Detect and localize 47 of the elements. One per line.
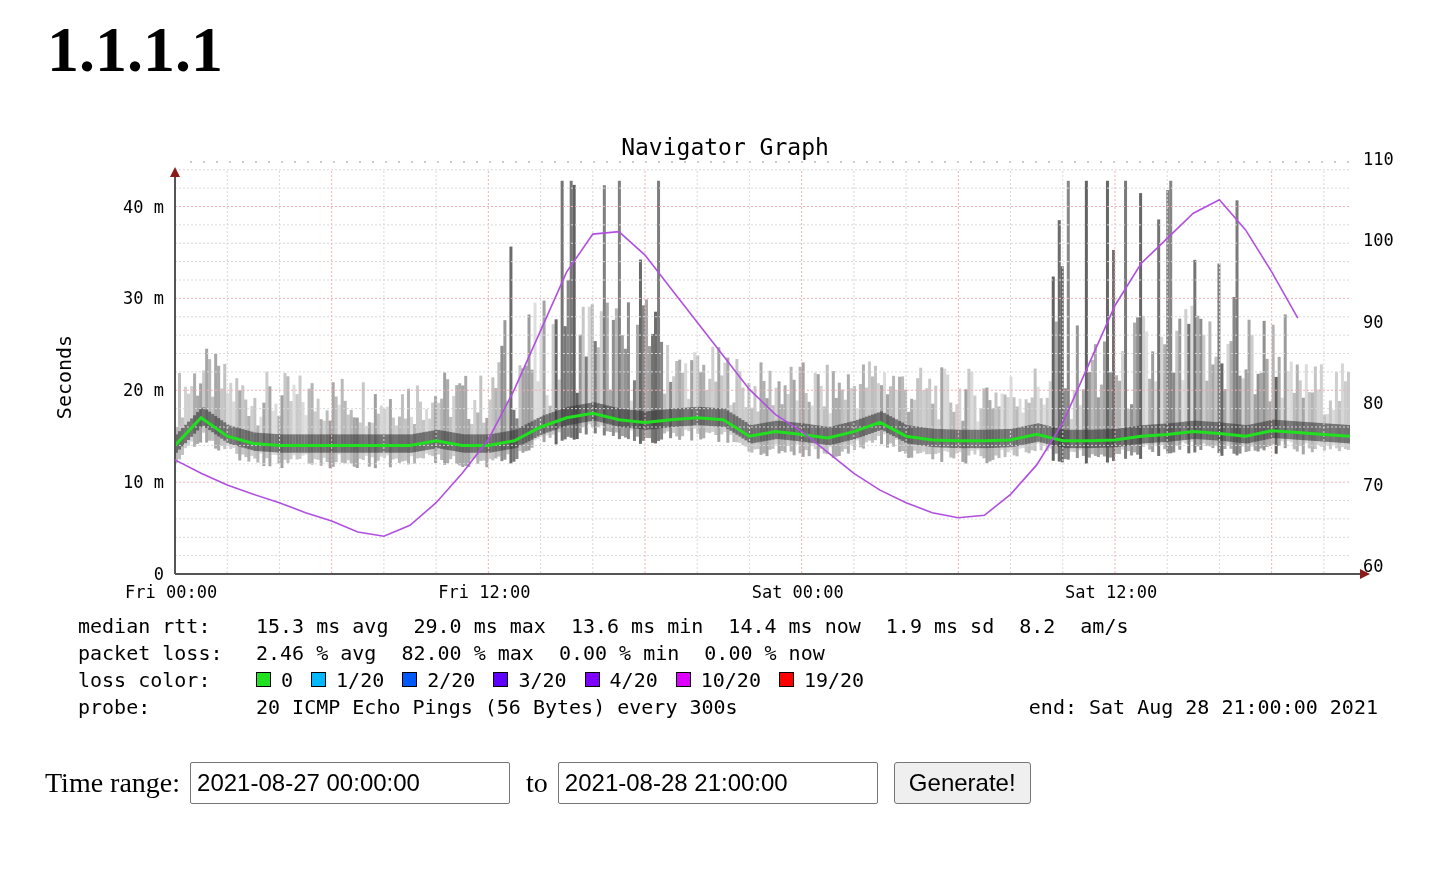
legend-label: 3/20 <box>518 667 567 692</box>
stat-value: 8.2 <box>1019 613 1056 638</box>
stat-value: 2.46 % avg <box>256 640 377 665</box>
legend-label: 0 <box>281 667 294 692</box>
legend-label: 4/20 <box>609 667 658 692</box>
y-tick-label: 40 m <box>123 196 164 217</box>
stat-label: loss color: <box>78 667 212 692</box>
start-time-field[interactable]: 2021-08-27 00:00:00 <box>190 762 511 804</box>
legend-label: 1/20 <box>336 667 385 692</box>
generate-button[interactable]: Generate! <box>893 762 1031 804</box>
stat-value: 0.00 % min <box>558 640 680 665</box>
chart-title: Navigator Graph <box>621 134 829 160</box>
stat-value: am/s <box>1080 613 1129 638</box>
time-range-label: Time range: <box>45 767 181 799</box>
end-time: end: Sat Aug 28 21:00:00 2021 <box>1028 694 1378 719</box>
legend-label: 19/20 <box>803 667 865 692</box>
y-tick-label: 10 m <box>123 472 164 493</box>
x-tick-label: Fri 12:00 <box>438 582 531 602</box>
x-tick-label: Fri 00:00 <box>125 582 218 602</box>
x-tick-label: Sat 12:00 <box>1065 582 1158 602</box>
stat-value: 82.00 % max <box>401 640 534 665</box>
y-tick-label: 100 <box>1363 230 1394 250</box>
y-tick-label: 0 <box>153 564 164 584</box>
y-tick-label: 80 <box>1363 393 1384 413</box>
stat-label: packet loss: <box>78 640 224 665</box>
to-label: to <box>526 767 548 799</box>
stat-value: 15.3 ms avg <box>256 613 389 638</box>
page-heading: 1.1.1.1 <box>47 18 224 82</box>
x-tick-label: Sat 00:00 <box>751 582 844 602</box>
end-time-field[interactable]: 2021-08-28 21:00:00 <box>557 762 878 804</box>
y-tick-label: 20 m <box>123 380 164 401</box>
stat-value: 1.9 ms sd <box>885 613 995 638</box>
y-axis-label: Seconds <box>52 334 76 420</box>
probe-text: 20 ICMP Echo Pings (56 Bytes) every 300s <box>256 694 738 719</box>
legend-label: 2/20 <box>427 667 476 692</box>
stat-value: 14.4 ms now <box>728 613 861 638</box>
y-tick-label: 70 <box>1363 474 1384 495</box>
stat-value: 13.6 ms min <box>570 613 704 638</box>
stat-label: median rtt: <box>78 613 212 638</box>
stat-value: 29.0 ms max <box>413 613 546 638</box>
legend-label: 10/20 <box>700 667 761 692</box>
y-tick-label: 30 m <box>123 288 164 309</box>
y-tick-label: 90 <box>1363 311 1384 332</box>
stat-label: probe: <box>78 694 152 719</box>
stat-value: 0.00 % now <box>704 640 825 665</box>
y-tick-label: 110 <box>1363 148 1394 169</box>
y-tick-label: 60 <box>1363 556 1384 576</box>
